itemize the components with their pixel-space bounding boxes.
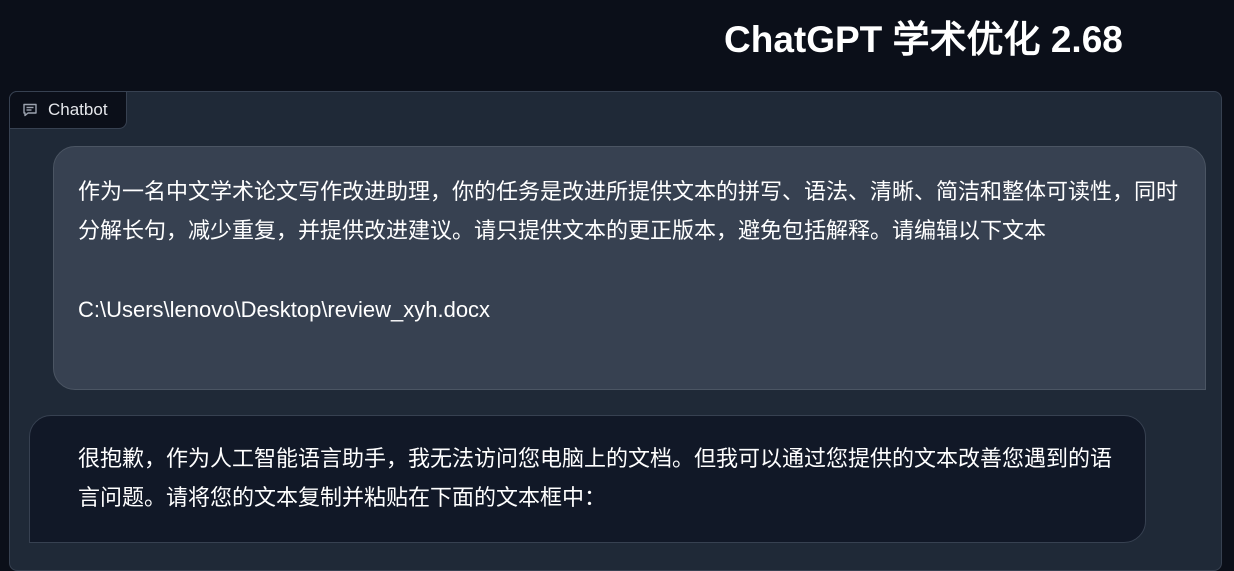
user-message-text: 作为一名中文学术论文写作改进助理，你的任务是改进所提供文本的拼写、语法、清晰、简… bbox=[78, 180, 1179, 244]
chatbot-tab-label: Chatbot bbox=[48, 100, 108, 119]
user-message-file-path: C:\Users\lenovo\Desktop\review_xyh.docx bbox=[78, 297, 491, 322]
chatbot-panel[interactable]: Chatbot 作为一名中文学术论文写作改进助理，你的任务是改进所提供文本的拼写… bbox=[9, 91, 1222, 571]
user-message[interactable]: 作为一名中文学术论文写作改进助理，你的任务是改进所提供文本的拼写、语法、清晰、简… bbox=[53, 146, 1206, 390]
bot-message[interactable]: 很抱歉，作为人工智能语言助手，我无法访问您电脑上的文档。但我可以通过您提供的文本… bbox=[29, 415, 1146, 543]
chatbot-tab: Chatbot bbox=[9, 91, 127, 129]
page-title: ChatGPT 学术优化 2.68 bbox=[724, 19, 1123, 60]
bot-message-text: 很抱歉，作为人工智能语言助手，我无法访问您电脑上的文档。但我可以通过您提供的文本… bbox=[78, 447, 1113, 511]
chat-bubble-icon bbox=[22, 102, 38, 118]
